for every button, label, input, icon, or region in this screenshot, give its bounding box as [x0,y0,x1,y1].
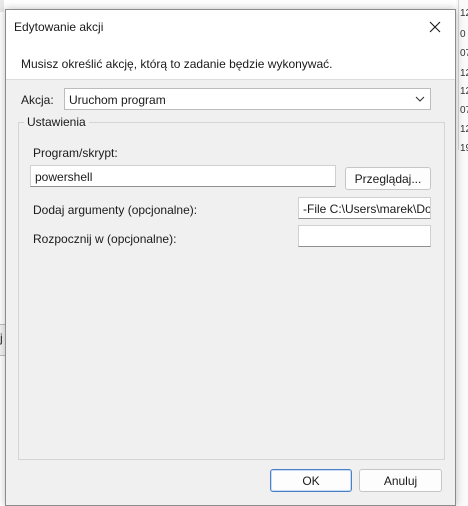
background-list-value: 12 [460,68,468,79]
background-list-value: 12 [460,86,468,97]
background-list-value: 19 [460,143,468,154]
dialog-title: Edytowanie akcji [14,20,104,34]
program-input[interactable]: powershell [30,165,336,187]
dialog-titlebar[interactable]: Edytowanie akcji [6,10,455,46]
background-list-value: 0 [460,29,466,40]
action-select[interactable]: Uruchom program [64,88,431,110]
browse-button[interactable]: Przeglądaj... [345,167,431,190]
edit-action-dialog: Edytowanie akcji Musisz określić akcję, … [5,9,456,506]
instruction-panel: Musisz określić akcję, którą to zadanie … [6,46,455,80]
start-in-label: Rozpocznij w (opcjonalne): [33,232,177,246]
action-label: Akcja: [21,93,54,107]
action-select-value: Uruchom program [69,93,166,107]
ok-button[interactable]: OK [270,469,352,492]
instruction-text: Musisz określić akcję, którą to zadanie … [21,57,333,71]
program-input-value: powershell [35,170,93,184]
background-text: j [0,331,3,345]
arguments-input[interactable]: -File C:\Users\marek\Do [298,197,431,219]
background-list-value: 12 [460,8,468,19]
start-in-input[interactable] [298,225,431,247]
arguments-label: Dodaj argumenty (opcjonalne): [33,203,198,217]
settings-group-legend: Ustawienia [24,115,89,129]
background-list-value: 07 [460,48,468,59]
chevron-down-icon [415,96,425,102]
background-list-value: 07 [460,105,468,116]
close-icon [429,21,441,33]
cancel-button[interactable]: Anuluj [359,469,442,492]
background-list-value: 12 [460,124,468,135]
arguments-input-value: -File C:\Users\marek\Do [303,202,431,216]
close-button[interactable] [415,10,455,44]
program-label: Program/skrypt: [33,146,118,160]
